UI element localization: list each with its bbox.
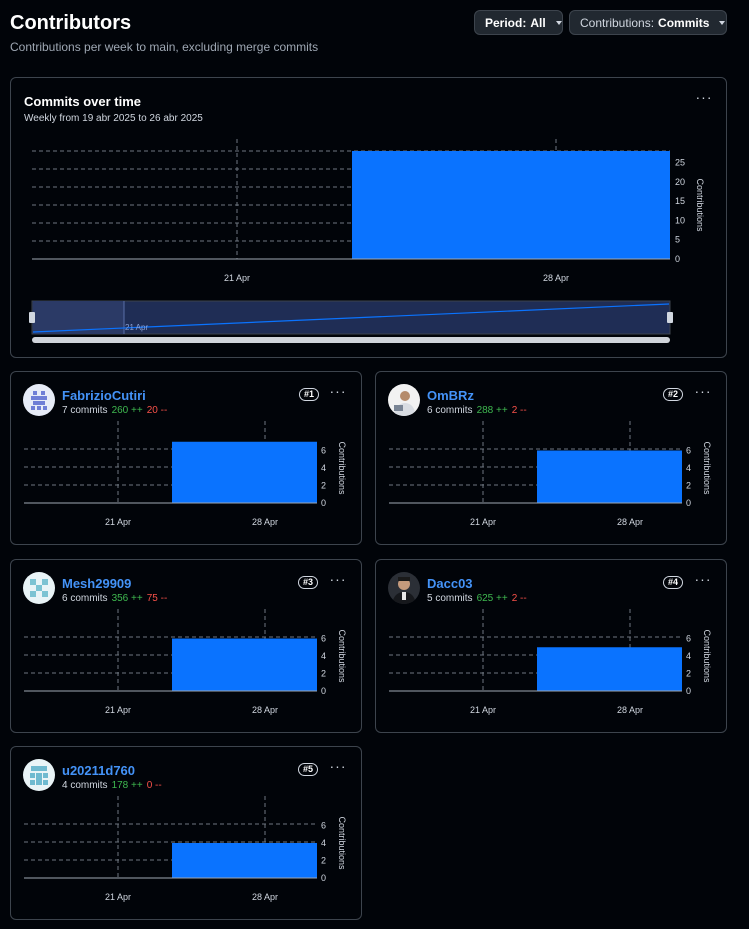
- y-tick-label: 6: [686, 446, 691, 456]
- y-axis-label: Contributions: [702, 441, 712, 495]
- chevron-down-icon: [719, 20, 726, 25]
- range-brush[interactable]: 21 Apr: [11, 78, 726, 357]
- period-dropdown[interactable]: Period: All: [474, 10, 563, 35]
- x-tick-label: 21 Apr: [105, 892, 131, 902]
- y-tick-label: 2: [686, 669, 691, 679]
- y-tick-label: 0: [321, 498, 326, 508]
- y-tick-label: 6: [686, 634, 691, 644]
- y-tick-label: 4: [321, 463, 326, 473]
- contributions-label: Contributions:: [580, 15, 655, 30]
- y-tick-label: 2: [321, 669, 326, 679]
- contributor-card: OmBRz 6 commits 288 ++ 2 -- #2 ··· 0 2 4 6 21 …: [375, 371, 727, 545]
- contributions-value: Commits: [658, 15, 710, 30]
- x-tick-label: 21 Apr: [470, 705, 496, 715]
- y-tick-label: 2: [321, 481, 326, 491]
- x-tick-label: 21 Apr: [105, 517, 131, 527]
- y-tick-label: 4: [686, 463, 691, 473]
- bar: [537, 450, 682, 503]
- chevron-down-icon: [555, 20, 562, 25]
- y-axis-label: Contributions: [702, 629, 712, 683]
- y-tick-label: 6: [321, 634, 326, 644]
- y-tick-label: 0: [686, 498, 691, 508]
- bar: [172, 638, 317, 691]
- bar: [537, 647, 682, 691]
- page-subtitle: Contributions per week to main, excludin…: [10, 40, 319, 54]
- contributor-chart: 0 2 4 6 21 Apr 28 Apr Contributions: [24, 796, 347, 902]
- contributor-chart: 0 2 4 6 21 Apr 28 Apr Contributions: [24, 609, 347, 715]
- y-axis-label: Contributions: [337, 629, 347, 683]
- brush-handle-right[interactable]: [667, 312, 673, 323]
- contributor-chart: 0 2 4 6 21 Apr 28 Apr Contributions: [389, 609, 712, 715]
- y-tick-label: 4: [686, 651, 691, 661]
- contributor-card: u20211d760 4 commits 178 ++ 0 -- #5 ··· 02…: [10, 746, 362, 920]
- y-tick-label: 0: [321, 873, 326, 883]
- page-title: Contributors: [10, 12, 132, 34]
- y-tick-label: 4: [321, 838, 326, 848]
- commits-over-time-card: Commits over time Weekly from 19 abr 202…: [10, 77, 727, 358]
- contributor-card: Mesh29909 6 commits 356 ++ 75 -- #3 ··· 02…: [10, 559, 362, 733]
- brush-scrollbar[interactable]: [32, 337, 670, 343]
- y-tick-label: 0: [321, 686, 326, 696]
- contributor-card: Dacc03 5 commits 625 ++ 2 -- #4 ··· 0 2 4 6 21…: [375, 559, 727, 733]
- contributor-chart: 0 2 4 6 21 Apr 28 Apr Contributions: [24, 421, 347, 527]
- x-tick-label: 28 Apr: [617, 705, 643, 715]
- brush-handle-left[interactable]: [29, 312, 35, 323]
- y-tick-label: 6: [321, 446, 326, 456]
- y-tick-label: 0: [686, 686, 691, 696]
- x-tick-label: 21 Apr: [105, 705, 131, 715]
- x-tick-label: 28 Apr: [252, 517, 278, 527]
- x-tick-label: 28 Apr: [252, 892, 278, 902]
- x-tick-label: 28 Apr: [617, 517, 643, 527]
- period-label: Period:: [485, 15, 527, 30]
- bar: [172, 441, 317, 503]
- y-tick-label: 2: [686, 481, 691, 491]
- period-value: All: [530, 15, 546, 30]
- y-axis-label: Contributions: [337, 816, 347, 870]
- x-tick-label: 21 Apr: [470, 517, 496, 527]
- contributions-dropdown[interactable]: Contributions: Commits: [569, 10, 727, 35]
- y-axis-label: Contributions: [337, 441, 347, 495]
- contributor-chart: 0 2 4 6 21 Apr 28 Apr Contributions: [389, 421, 712, 527]
- x-tick-label: 28 Apr: [252, 705, 278, 715]
- y-tick-label: 6: [321, 821, 326, 831]
- bar: [172, 843, 317, 878]
- y-tick-label: 4: [321, 651, 326, 661]
- contributor-card: FabrizioCutiri 7 commits 260 ++ 20 -- #1 ·…: [10, 371, 362, 545]
- y-tick-label: 2: [321, 856, 326, 866]
- brush-label: 21 Apr: [125, 323, 148, 332]
